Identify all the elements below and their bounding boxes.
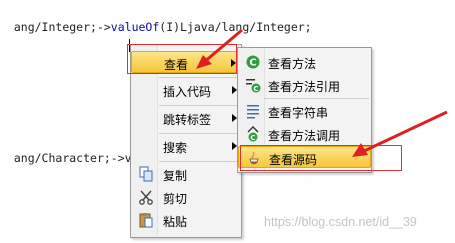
arrow-to-view (196, 28, 243, 69)
arrow-to-view-source (352, 110, 448, 157)
watermark-url: https://blog.csdn.net/id__39 (264, 215, 417, 229)
annotation-arrows (196, 28, 448, 157)
